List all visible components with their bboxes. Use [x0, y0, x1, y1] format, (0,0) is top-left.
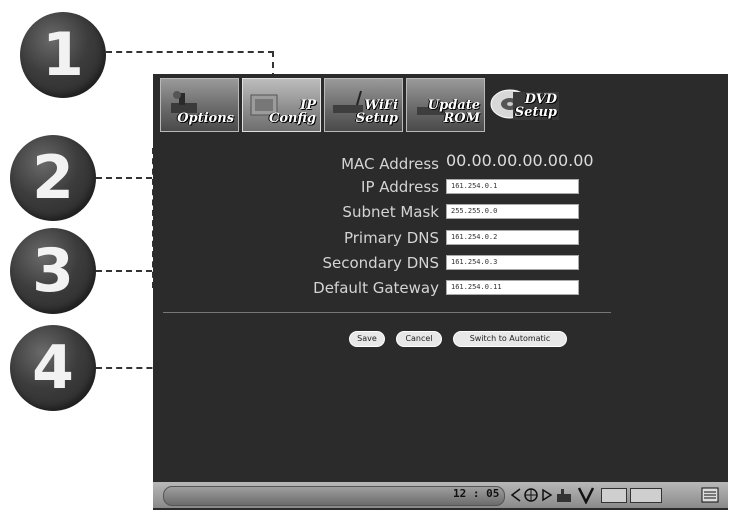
callout-4: 4	[10, 325, 96, 411]
mac-address-label: MAC Address	[341, 155, 439, 173]
audio-icon[interactable]	[555, 486, 573, 504]
display-mode-icon[interactable]	[630, 488, 662, 503]
ip-row: IP Address 161.254.0.1	[153, 177, 728, 199]
network-icon[interactable]	[576, 486, 596, 504]
cancel-button[interactable]: Cancel	[396, 331, 442, 347]
play-icon[interactable]	[541, 486, 553, 504]
secondary-dns-label: Secondary DNS	[322, 254, 440, 272]
navigation-icon[interactable]	[523, 486, 539, 504]
subnet-mask-label: Subnet Mask	[342, 203, 439, 221]
callout-1-leader	[106, 51, 274, 53]
menu-icon[interactable]	[701, 486, 719, 504]
tab-update-rom-label: Update ROM	[427, 98, 480, 126]
secondary-dns-field[interactable]: 161.254.0.3	[446, 255, 579, 270]
mac-address-value: 00.00.00.00.00.00	[446, 151, 594, 170]
callout-1: 1	[20, 12, 106, 98]
setup-panel: Options IP Config WiFi Setup Update ROM	[153, 74, 728, 510]
callout-3-leader	[96, 270, 152, 272]
tab-wifi-setup[interactable]: WiFi Setup	[324, 78, 403, 132]
default-gateway-label: Default Gateway	[313, 279, 439, 297]
primary-dns-row: Primary DNS 161.254.0.2	[153, 228, 728, 250]
tab-ip-config[interactable]: IP Config	[242, 78, 321, 132]
tab-wifi-setup-label: WiFi Setup	[355, 98, 398, 126]
switch-to-automatic-button[interactable]: Switch to Automatic	[453, 331, 567, 347]
tab-dvd-setup-label: DVD Setup	[512, 92, 559, 120]
tab-bar: Options IP Config WiFi Setup Update ROM	[160, 78, 565, 134]
ip-address-label: IP Address	[361, 178, 439, 196]
screen-mode-icon[interactable]	[601, 488, 627, 503]
status-bar: 12 : 05	[153, 482, 728, 508]
callout-3: 3	[10, 228, 96, 314]
callout-2: 2	[10, 135, 96, 221]
primary-dns-label: Primary DNS	[343, 229, 439, 247]
primary-dns-field[interactable]: 161.254.0.2	[446, 230, 579, 245]
rewind-icon[interactable]	[508, 486, 522, 504]
subnet-row: Subnet Mask 255.255.0.0	[153, 202, 728, 224]
save-button[interactable]: Save	[349, 331, 385, 347]
secondary-dns-row: Secondary DNS 161.254.0.3	[153, 253, 728, 275]
tab-update-rom[interactable]: Update ROM	[406, 78, 485, 132]
default-gateway-field[interactable]: 161.254.0.11	[446, 280, 579, 295]
gateway-row: Default Gateway 161.254.0.11	[153, 278, 728, 300]
tab-options[interactable]: Options	[160, 78, 239, 132]
callout-2-leader	[96, 177, 152, 179]
tab-options-label: Options	[177, 111, 234, 126]
ip-address-field[interactable]: 161.254.0.1	[446, 179, 579, 194]
mac-row: MAC Address 00.00.00.00.00.00	[153, 151, 728, 176]
tab-dvd-setup[interactable]: DVD Setup	[488, 78, 565, 130]
clock-display: 12 : 05	[453, 487, 500, 500]
subnet-mask-field[interactable]: 255.255.0.0	[446, 204, 579, 219]
form-divider	[163, 312, 611, 313]
tab-ip-config-label: IP Config	[268, 98, 316, 126]
